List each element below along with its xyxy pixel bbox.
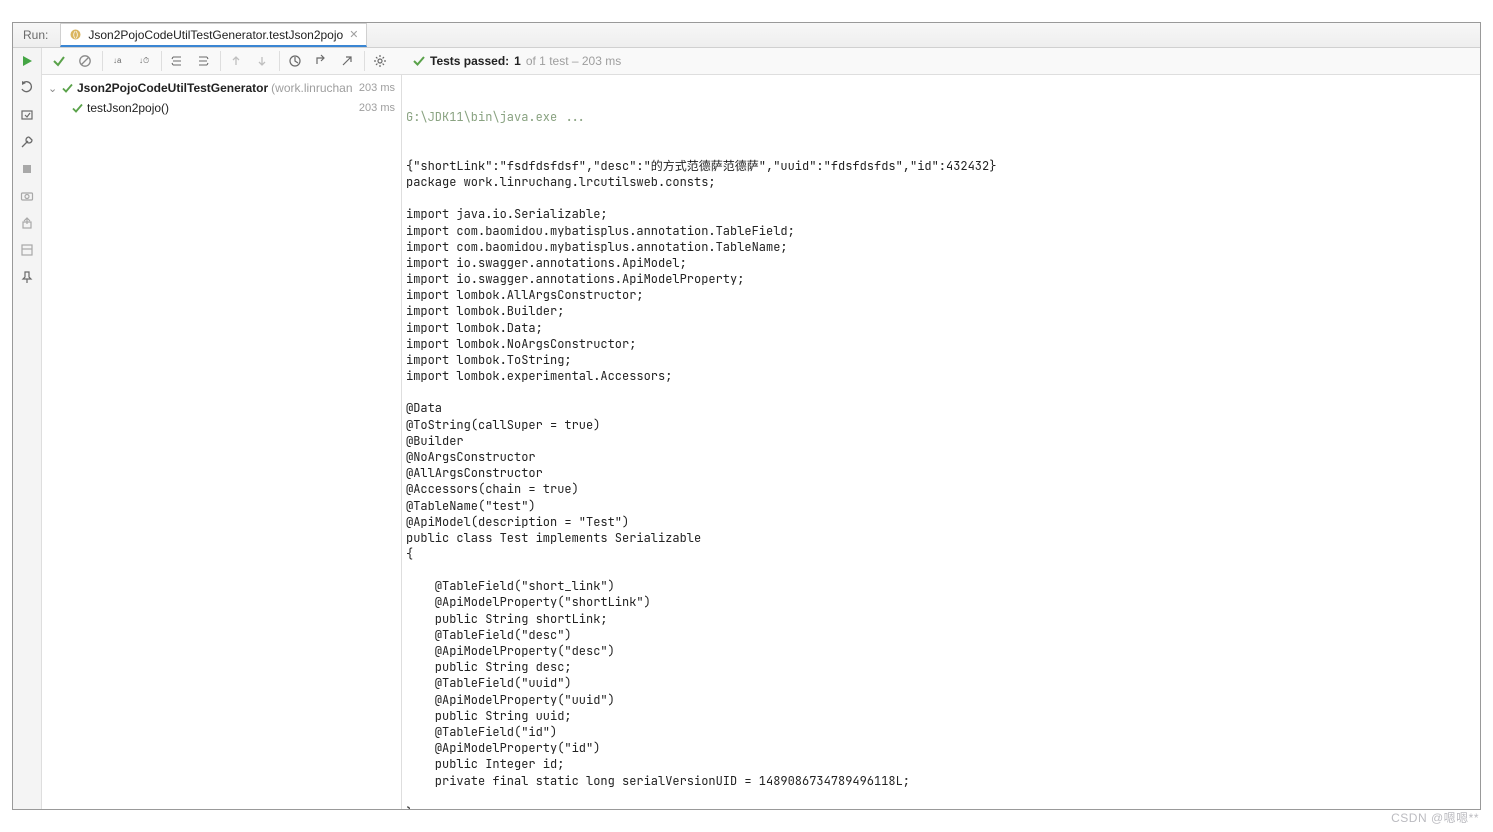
console-line: public String uuid;	[406, 708, 1476, 724]
console-line: public String shortLink;	[406, 611, 1476, 627]
tree-root-duration: 203 ms	[353, 82, 395, 94]
console-line: public String desc;	[406, 659, 1476, 675]
svg-text:↓⏱: ↓⏱	[139, 56, 149, 65]
test-pass-icon	[62, 83, 73, 94]
console-line: import lombok.AllArgsConstructor;	[406, 287, 1476, 303]
layout-icon[interactable]	[19, 241, 36, 258]
tree-child-duration: 203 ms	[353, 102, 395, 114]
console-line: import io.swagger.annotations.ApiModel;	[406, 255, 1476, 271]
svg-text:↓a: ↓a	[113, 56, 122, 65]
test-tree-panel[interactable]: ⌄ Json2PojoCodeUtilTestGenerator (work.l…	[42, 75, 402, 809]
console-line: @Data	[406, 400, 1476, 416]
console-line: @TableField("short_link")	[406, 578, 1476, 594]
console-line: @TableField("uuid")	[406, 675, 1476, 691]
console-command-line: G:\JDK11\bin\java.exe ...	[406, 109, 1476, 125]
console-line: private final static long serialVersionU…	[406, 773, 1476, 789]
left-action-rail	[13, 48, 42, 809]
console-line: import lombok.Data;	[406, 320, 1476, 336]
console-line: @Accessors(chain = true)	[406, 481, 1476, 497]
export-icon[interactable]	[19, 214, 36, 231]
console-line: {	[406, 546, 1476, 562]
status-count-text: 1	[514, 54, 521, 68]
tree-root-label: Json2PojoCodeUtilTestGenerator	[77, 81, 268, 95]
console-line: @ApiModelProperty("id")	[406, 740, 1476, 756]
console-line: import lombok.Builder;	[406, 303, 1476, 319]
chevron-down-icon[interactable]: ⌄	[48, 82, 62, 95]
console-line: {"shortLink":"fsdfdsfdsf","desc":"的方式范德萨…	[406, 158, 1476, 174]
console-line: import lombok.experimental.Accessors;	[406, 368, 1476, 384]
collapse-all-icon[interactable]	[192, 50, 214, 72]
console-line: import lombok.NoArgsConstructor;	[406, 336, 1476, 352]
next-failed-icon[interactable]	[251, 50, 273, 72]
console-line: @TableField("id")	[406, 724, 1476, 740]
stop-icon[interactable]	[19, 160, 36, 177]
console-line: public Integer id;	[406, 756, 1476, 772]
console-output[interactable]: G:\JDK11\bin\java.exe ... {"shortLink":"…	[402, 75, 1480, 809]
test-toolbar: ↓a ↓⏱	[42, 48, 1480, 75]
test-status-message: Tests passed: 1 of 1 test – 203 ms	[413, 54, 621, 68]
tab-bar: Run: () Json2PojoCodeUtilTestGenerator.t…	[13, 23, 1480, 48]
console-line: @Builder	[406, 433, 1476, 449]
show-ignored-icon[interactable]	[74, 50, 96, 72]
console-line: @ApiModel(description = "Test")	[406, 514, 1476, 530]
wrench-icon[interactable]	[19, 133, 36, 150]
import-tests-icon[interactable]	[284, 50, 306, 72]
status-check-icon	[413, 55, 425, 67]
console-line: import java.io.Serializable;	[406, 206, 1476, 222]
console-line: import com.baomidou.mybatisplus.annotati…	[406, 239, 1476, 255]
rerun-failed-icon[interactable]	[19, 79, 36, 96]
console-line: import com.baomidou.mybatisplus.annotati…	[406, 223, 1476, 239]
console-line: @ApiModelProperty("desc")	[406, 643, 1476, 659]
console-line: public class Test implements Serializabl…	[406, 530, 1476, 546]
expand-all-icon[interactable]	[166, 50, 188, 72]
console-line	[406, 190, 1476, 206]
toolwindow-title: Run:	[17, 28, 54, 42]
console-line: import io.swagger.annotations.ApiModelPr…	[406, 271, 1476, 287]
tree-root-detail: (work.linruchan	[271, 81, 352, 95]
run-config-tab[interactable]: () Json2PojoCodeUtilTestGenerator.testJs…	[60, 23, 367, 47]
select-first-failed-icon[interactable]	[310, 50, 332, 72]
console-line	[406, 384, 1476, 400]
settings-icon[interactable]	[369, 50, 391, 72]
status-suffix-text: of 1 test – 203 ms	[526, 54, 621, 68]
pin-icon[interactable]	[19, 268, 36, 285]
run-tool-window: Run: () Json2PojoCodeUtilTestGenerator.t…	[12, 22, 1481, 810]
run-icon[interactable]	[19, 52, 36, 69]
console-line: @AllArgsConstructor	[406, 465, 1476, 481]
tree-child-label: testJson2pojo()	[87, 101, 169, 115]
open-in-new-icon[interactable]	[336, 50, 358, 72]
main-area: ↓a ↓⏱	[13, 48, 1480, 809]
center-column: ↓a ↓⏱	[42, 48, 1480, 809]
watermark-text: CSDN @嗯嗯**	[1391, 809, 1479, 826]
console-line: @ApiModelProperty("uuid")	[406, 692, 1476, 708]
tab-label: Json2PojoCodeUtilTestGenerator.testJson2…	[88, 28, 343, 42]
console-line: @NoArgsConstructor	[406, 449, 1476, 465]
test-file-icon: ()	[69, 28, 82, 41]
content-split: ⌄ Json2PojoCodeUtilTestGenerator (work.l…	[42, 75, 1480, 809]
camera-icon[interactable]	[19, 187, 36, 204]
test-pass-icon	[72, 103, 83, 114]
sort-duration-icon[interactable]: ↓⏱	[133, 50, 155, 72]
console-line: @ApiModelProperty("shortLink")	[406, 594, 1476, 610]
console-line: package work.linruchang.lrcutilsweb.cons…	[406, 174, 1476, 190]
console-line	[406, 789, 1476, 805]
console-line: @TableName("test")	[406, 498, 1476, 514]
close-icon[interactable]: ✕	[349, 28, 358, 41]
prev-failed-icon[interactable]	[225, 50, 247, 72]
console-line: }	[406, 805, 1476, 809]
status-prefix-text: Tests passed:	[430, 54, 509, 68]
console-line: import lombok.ToString;	[406, 352, 1476, 368]
console-line: @TableField("desc")	[406, 627, 1476, 643]
sort-alpha-icon[interactable]: ↓a	[107, 50, 129, 72]
show-passed-icon[interactable]	[48, 50, 70, 72]
test-tree-root[interactable]: ⌄ Json2PojoCodeUtilTestGenerator (work.l…	[42, 78, 401, 98]
toggle-auto-test-icon[interactable]	[19, 106, 36, 123]
test-tree-child[interactable]: testJson2pojo() 203 ms	[42, 98, 401, 118]
console-line	[406, 562, 1476, 578]
svg-text:(): ()	[73, 30, 79, 39]
console-line: @ToString(callSuper = true)	[406, 417, 1476, 433]
